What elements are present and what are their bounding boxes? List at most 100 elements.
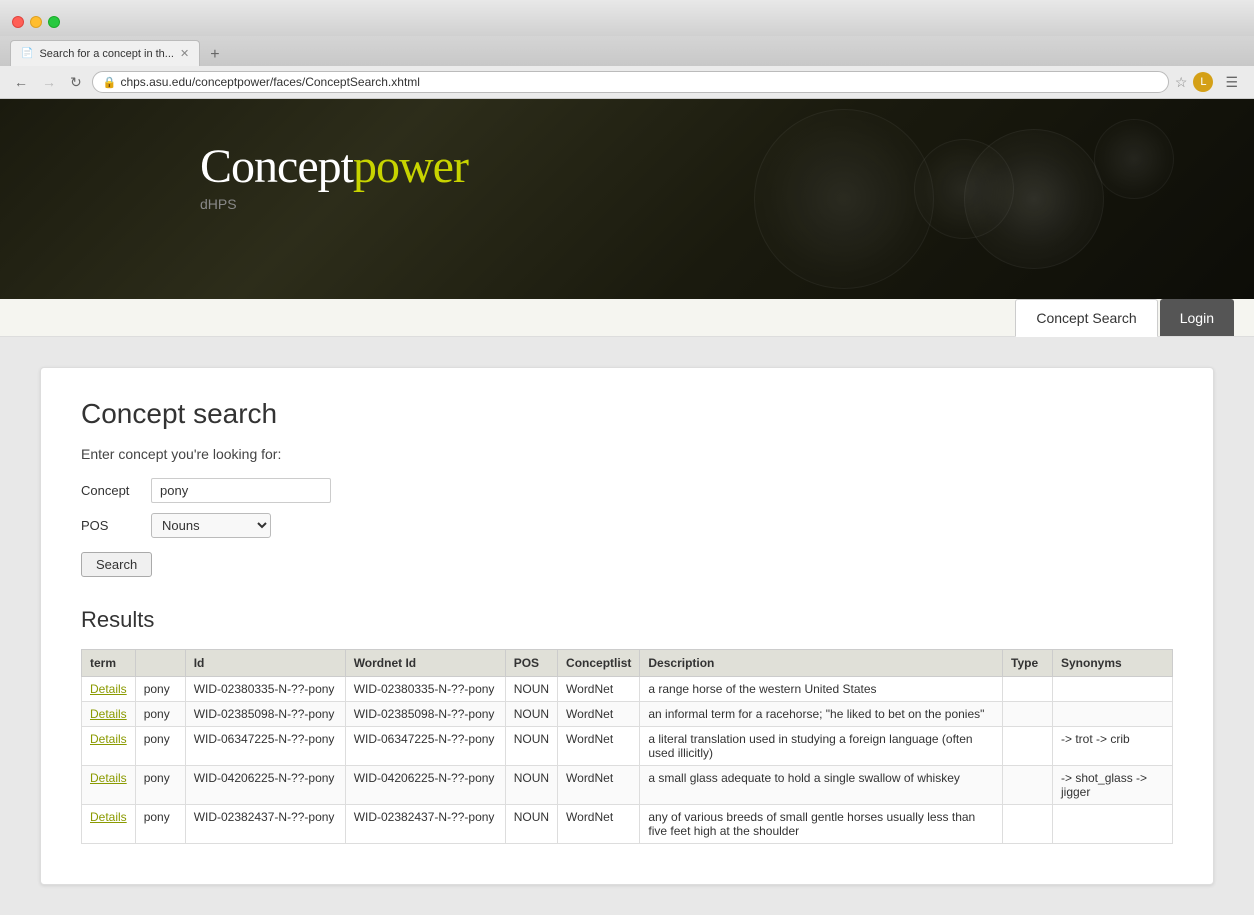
- browser-tab-active[interactable]: 📄 Search for a concept in th... ✕: [10, 40, 200, 66]
- id-cell: WID-02382437-N-??-pony: [185, 805, 345, 844]
- id-cell: WID-02385098-N-??-pony: [185, 702, 345, 727]
- tab-favicon: 📄: [21, 48, 33, 59]
- logo-power: power: [353, 140, 468, 193]
- term-cell: pony: [135, 702, 185, 727]
- details-link[interactable]: Details: [90, 682, 127, 696]
- type-cell: [1003, 677, 1053, 702]
- details-link[interactable]: Details: [90, 732, 127, 746]
- table-row: Details pony WID-06347225-N-??-pony WID-…: [82, 727, 1173, 766]
- nav-concept-search[interactable]: Concept Search: [1015, 299, 1157, 337]
- conceptlist-cell: WordNet: [558, 702, 640, 727]
- wordnet-id-cell: WID-04206225-N-??-pony: [345, 766, 505, 805]
- results-title: Results: [81, 607, 1173, 633]
- details-cell: Details: [82, 702, 136, 727]
- type-cell: [1003, 702, 1053, 727]
- col-header-id: Id: [185, 650, 345, 677]
- forward-button[interactable]: →: [38, 72, 60, 92]
- page-content: Conceptpower dHPS Concept Search Login C…: [0, 99, 1254, 915]
- description-cell: an informal term for a racehorse; "he li…: [640, 702, 1003, 727]
- wordnet-id-cell: WID-02382437-N-??-pony: [345, 805, 505, 844]
- details-link[interactable]: Details: [90, 771, 127, 785]
- synonyms-cell: [1053, 677, 1173, 702]
- search-button[interactable]: Search: [81, 552, 152, 577]
- concept-label: Concept: [81, 483, 151, 498]
- url-display: chps.asu.edu/conceptpower/faces/ConceptS…: [120, 75, 420, 89]
- pos-label: POS: [81, 518, 151, 533]
- minimize-window-button[interactable]: [30, 16, 42, 28]
- header-logo-area: Conceptpower dHPS: [0, 99, 1254, 212]
- id-cell: WID-02380335-N-??-pony: [185, 677, 345, 702]
- col-header-term: term: [82, 650, 136, 677]
- back-button[interactable]: ←: [10, 72, 32, 92]
- details-cell: Details: [82, 677, 136, 702]
- details-link[interactable]: Details: [90, 707, 127, 721]
- conceptlist-cell: WordNet: [558, 805, 640, 844]
- pos-cell: NOUN: [505, 702, 557, 727]
- nav-login[interactable]: Login: [1160, 299, 1234, 336]
- col-header-type: Type: [1003, 650, 1053, 677]
- security-icon: 🔒: [103, 76, 117, 89]
- table-header-row: term Id Wordnet Id POS Conceptlist Descr…: [82, 650, 1173, 677]
- pos-select[interactable]: Nouns Verbs Adjectives Adverbs: [151, 513, 271, 538]
- tab-close-button[interactable]: ✕: [180, 47, 189, 60]
- table-row: Details pony WID-02382437-N-??-pony WID-…: [82, 805, 1173, 844]
- col-header-synonyms: Synonyms: [1053, 650, 1173, 677]
- reload-button[interactable]: ↻: [66, 72, 86, 93]
- details-cell: Details: [82, 727, 136, 766]
- details-cell: Details: [82, 766, 136, 805]
- term-cell: pony: [135, 677, 185, 702]
- tab-title: Search for a concept in th...: [39, 48, 174, 60]
- table-row: Details pony WID-04206225-N-??-pony WID-…: [82, 766, 1173, 805]
- browser-toolbar: ← → ↻ 🔒 chps.asu.edu/conceptpower/faces/…: [0, 66, 1254, 99]
- browser-menu-button[interactable]: ☰: [1219, 72, 1244, 93]
- site-logo: Conceptpower: [200, 139, 1254, 194]
- type-cell: [1003, 805, 1053, 844]
- concept-input[interactable]: [151, 478, 331, 503]
- browser-window-controls: [12, 16, 60, 28]
- pos-cell: NOUN: [505, 677, 557, 702]
- id-cell: WID-06347225-N-??-pony: [185, 727, 345, 766]
- col-header-term2: [135, 650, 185, 677]
- pos-cell: NOUN: [505, 805, 557, 844]
- col-header-wordnet-id: Wordnet Id: [345, 650, 505, 677]
- address-bar[interactable]: 🔒 chps.asu.edu/conceptpower/faces/Concep…: [92, 71, 1169, 93]
- results-table: term Id Wordnet Id POS Conceptlist Descr…: [81, 649, 1173, 844]
- wordnet-id-cell: WID-02380335-N-??-pony: [345, 677, 505, 702]
- type-cell: [1003, 727, 1053, 766]
- site-navigation: Concept Search Login: [0, 299, 1254, 337]
- synonyms-cell: [1053, 702, 1173, 727]
- details-cell: Details: [82, 805, 136, 844]
- pos-cell: NOUN: [505, 727, 557, 766]
- new-tab-button[interactable]: +: [204, 44, 225, 66]
- description-cell: any of various breeds of small gentle ho…: [640, 805, 1003, 844]
- user-profile-icon[interactable]: L: [1193, 72, 1213, 92]
- description-cell: a small glass adequate to hold a single …: [640, 766, 1003, 805]
- id-cell: WID-04206225-N-??-pony: [185, 766, 345, 805]
- conceptlist-cell: WordNet: [558, 677, 640, 702]
- col-header-conceptlist: Conceptlist: [558, 650, 640, 677]
- maximize-window-button[interactable]: [48, 16, 60, 28]
- conceptlist-cell: WordNet: [558, 727, 640, 766]
- logo-concept: Concept: [200, 140, 353, 193]
- bookmark-button[interactable]: ☆: [1175, 74, 1188, 91]
- close-window-button[interactable]: [12, 16, 24, 28]
- synonyms-cell: -> trot -> crib: [1053, 727, 1173, 766]
- pos-cell: NOUN: [505, 766, 557, 805]
- wordnet-id-cell: WID-06347225-N-??-pony: [345, 727, 505, 766]
- search-card: Concept search Enter concept you're look…: [40, 367, 1214, 885]
- site-header: Conceptpower dHPS: [0, 99, 1254, 299]
- description-cell: a literal translation used in studying a…: [640, 727, 1003, 766]
- wordnet-id-cell: WID-02385098-N-??-pony: [345, 702, 505, 727]
- search-prompt: Enter concept you're looking for:: [81, 446, 1173, 462]
- browser-titlebar: [0, 0, 1254, 36]
- concept-form-group: Concept: [81, 478, 1173, 503]
- col-header-pos: POS: [505, 650, 557, 677]
- logo-subtitle: dHPS: [200, 196, 1254, 212]
- page-title: Concept search: [81, 398, 1173, 430]
- details-link[interactable]: Details: [90, 810, 127, 824]
- col-header-description: Description: [640, 650, 1003, 677]
- synonyms-cell: [1053, 805, 1173, 844]
- description-cell: a range horse of the western United Stat…: [640, 677, 1003, 702]
- pos-form-group: POS Nouns Verbs Adjectives Adverbs: [81, 513, 1173, 538]
- term-cell: pony: [135, 805, 185, 844]
